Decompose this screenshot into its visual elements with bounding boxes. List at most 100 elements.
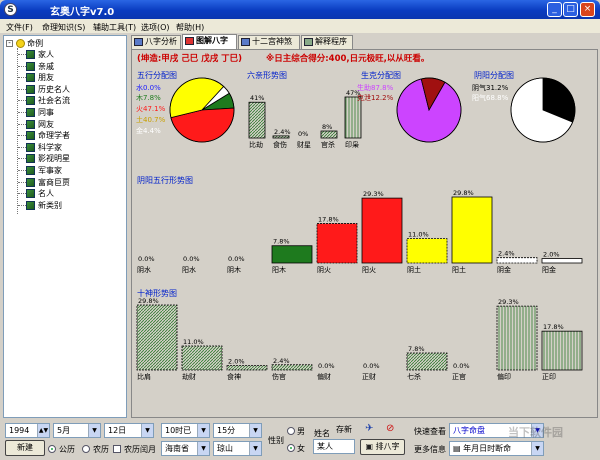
month-select[interactable]: 5月 ▼: [53, 423, 101, 438]
solar-radio[interactable]: [48, 445, 56, 453]
yinyang-pie: [510, 77, 576, 143]
doc-icon: ▤: [453, 444, 464, 453]
save-label: 存新: [336, 425, 352, 434]
legend-yangqi: 阳气68.8%: [472, 93, 509, 102]
tab-bazi-analysis[interactable]: 八字分析: [131, 35, 181, 49]
tree-connector: [18, 100, 26, 102]
tree-connector: [18, 112, 26, 113]
bar-category-label: 阴金: [497, 265, 511, 274]
book-icon: [26, 154, 35, 164]
tree-item-label: 家人: [38, 50, 54, 59]
more-info-select[interactable]: ▤ 年月日时断命 ▼: [449, 441, 544, 456]
province-select[interactable]: 海南省 ▼: [161, 441, 210, 456]
day-select[interactable]: 12日 ▼: [104, 423, 154, 438]
day-value: 12日: [108, 426, 127, 435]
bar-value-label: 7.8%: [408, 345, 425, 353]
bar-category-label: 食神: [227, 372, 241, 381]
tab-label: 八字分析: [145, 37, 177, 46]
male-radio[interactable]: [287, 427, 295, 435]
bar-value-label: 0.0%: [183, 255, 200, 263]
menu-knowledge[interactable]: 命理知识(S): [42, 22, 85, 33]
tree-item[interactable]: 家人: [18, 49, 54, 60]
tab-twelve-palaces[interactable]: 十二宫神煞: [238, 35, 300, 49]
tree-connector: [18, 193, 26, 195]
case-tree[interactable]: - 命例 家人亲戚 朋友 历史名人 社会名流同事网友 命理学者 科学家影视明星军事家富商巨…: [3, 35, 127, 418]
minimize-button[interactable]: _: [547, 2, 562, 17]
tab-label: 图解八字: [196, 36, 228, 45]
bar: [271, 245, 313, 264]
month-value: 5月: [57, 426, 71, 435]
tree-item[interactable]: 军事家: [18, 165, 62, 176]
menu-options[interactable]: 选项(O): [141, 22, 170, 33]
legend-shui: 水0.0%: [136, 83, 161, 92]
chart-icon: [185, 37, 194, 45]
bar-value-label: 2.4%: [274, 128, 291, 136]
legend-mu: 木7.8%: [136, 93, 161, 102]
book-icon: [26, 61, 35, 71]
menu-help[interactable]: 帮助(H): [176, 22, 204, 33]
tab-chart-bazi[interactable]: 图解八字: [182, 34, 237, 49]
tree-item[interactable]: 朋友: [18, 72, 54, 83]
city-select[interactable]: 琼山 ▼: [213, 441, 262, 456]
chart-panel: (坤造:甲戌 己巳 戊戌 丁巳) ※日主综合得分:400,日元极旺,以从旺看。 …: [131, 49, 598, 418]
tree-item-label: 军事家: [38, 166, 62, 175]
tree-item[interactable]: 同事: [18, 107, 54, 118]
tree-item[interactable]: 影视明星: [18, 153, 70, 164]
minute-select[interactable]: 15分 ▼: [213, 423, 262, 438]
book-icon: [26, 166, 35, 175]
maximize-button[interactable]: □: [563, 2, 578, 17]
bar: [226, 365, 268, 371]
bazi-info: (坤造:甲戌 己巳 戊戌 丁巳): [137, 53, 242, 64]
tree-item-label: 同事: [38, 108, 54, 117]
close-button[interactable]: ×: [580, 2, 595, 17]
tree-item-label: 历史名人: [38, 84, 70, 94]
tree-item[interactable]: 亲戚: [18, 61, 54, 72]
tree-item[interactable]: 网友: [18, 119, 54, 130]
tree-connector: [18, 135, 26, 137]
tab-explain[interactable]: 解释程序: [301, 35, 353, 49]
charts-canvas: (坤造:甲戌 己巳 戊戌 丁巳) ※日主综合得分:400,日元极旺,以从旺看。 …: [136, 53, 583, 381]
tree-connector: [18, 77, 26, 79]
book-icon: [26, 142, 35, 152]
tree-item-label: 科学家: [38, 142, 62, 152]
year-input[interactable]: 1994 ▲▼: [5, 423, 50, 438]
legend-yinqi: 阴气31.2%: [472, 83, 509, 92]
leap-month-checkbox[interactable]: [113, 445, 121, 453]
bar-value-label: 0%: [298, 130, 308, 138]
bar-value-label: 2.0%: [228, 358, 245, 366]
menu-tools[interactable]: 辅助工具(T): [93, 22, 136, 33]
spin-icon: ▲▼: [37, 424, 49, 437]
tree-item[interactable]: 历史名人: [18, 84, 70, 95]
tree-item[interactable]: 新类别: [18, 200, 62, 211]
chevron-down-icon: ▼: [197, 424, 209, 437]
tree-item[interactable]: 科学家: [18, 142, 62, 153]
menu-file[interactable]: 文件(F): [6, 22, 33, 33]
tree-root[interactable]: - 命例: [6, 38, 43, 49]
pin-icon[interactable]: ✈: [365, 423, 373, 434]
gender-label: 性别: [268, 436, 284, 445]
tree-item-label: 名人: [38, 189, 54, 199]
hour-select[interactable]: 10时已 ▼: [161, 423, 210, 438]
name-input[interactable]: 某人: [313, 439, 355, 454]
tree-item-label: 影视明星: [38, 154, 70, 164]
legend-shengzhu: 生助87.8%: [357, 83, 394, 92]
tree-item[interactable]: 社会名流: [18, 95, 70, 106]
tree-item[interactable]: 名人: [18, 188, 54, 199]
bar-value-label: 11.0%: [408, 231, 429, 239]
chevron-down-icon: ▼: [249, 424, 261, 437]
stop-icon[interactable]: ⊘: [386, 423, 394, 434]
tree-connector: [18, 123, 26, 125]
tree-item[interactable]: 命理学者: [18, 130, 70, 141]
paipan-button[interactable]: ▣ 排八字: [360, 439, 405, 455]
legend-tu: 土40.7%: [136, 115, 166, 124]
liuqin-title: 六亲形势图: [247, 70, 287, 80]
lunar-label: 农历: [93, 445, 109, 454]
bar-category-label: 比劫: [249, 140, 263, 149]
tree-item[interactable]: 富商巨贾: [18, 177, 70, 188]
bar-value-label: 29.3%: [363, 190, 384, 198]
lunar-radio[interactable]: [82, 445, 90, 453]
female-radio[interactable]: [287, 444, 295, 452]
new-button[interactable]: 新建: [5, 440, 45, 456]
bar-category-label: 阳土: [452, 265, 466, 274]
tree-connector: [18, 54, 26, 55]
